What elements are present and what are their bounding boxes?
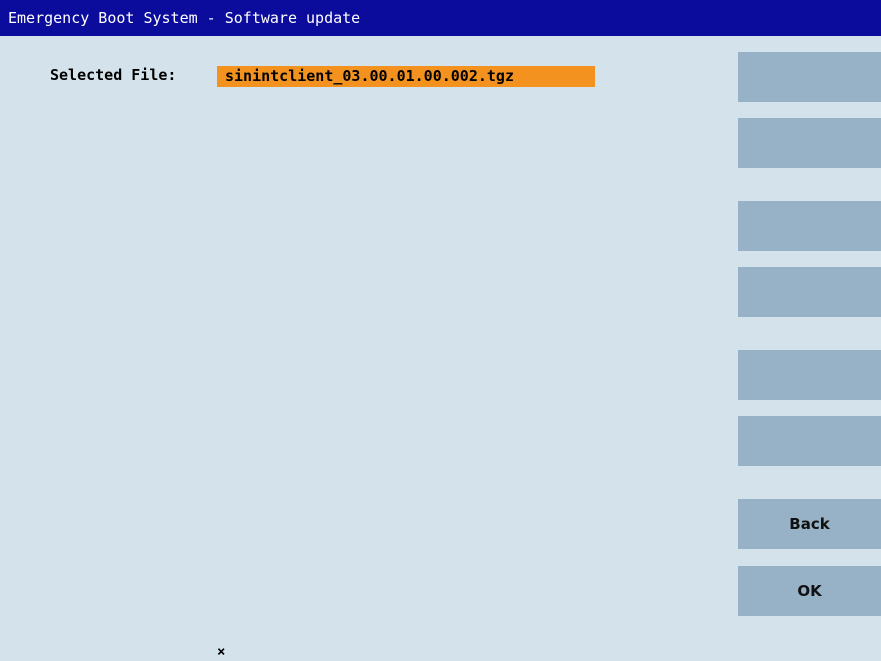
softkey-2[interactable] [738, 118, 881, 168]
ok-button[interactable]: OK [738, 566, 881, 616]
softkey-6[interactable] [738, 416, 881, 466]
selected-file-label: Selected File: [50, 66, 177, 84]
softkey-3[interactable] [738, 201, 881, 251]
softkey-5[interactable] [738, 350, 881, 400]
softkey-1[interactable] [738, 52, 881, 102]
back-button[interactable]: Back [738, 499, 881, 549]
selected-file-value[interactable]: sinintclient_03.00.01.00.002.tgz [217, 66, 595, 87]
title-bar: Emergency Boot System - Software update [0, 0, 881, 36]
window-title: Emergency Boot System - Software update [8, 9, 361, 27]
cursor-x-icon: × [217, 644, 226, 660]
softkey-4[interactable] [738, 267, 881, 317]
